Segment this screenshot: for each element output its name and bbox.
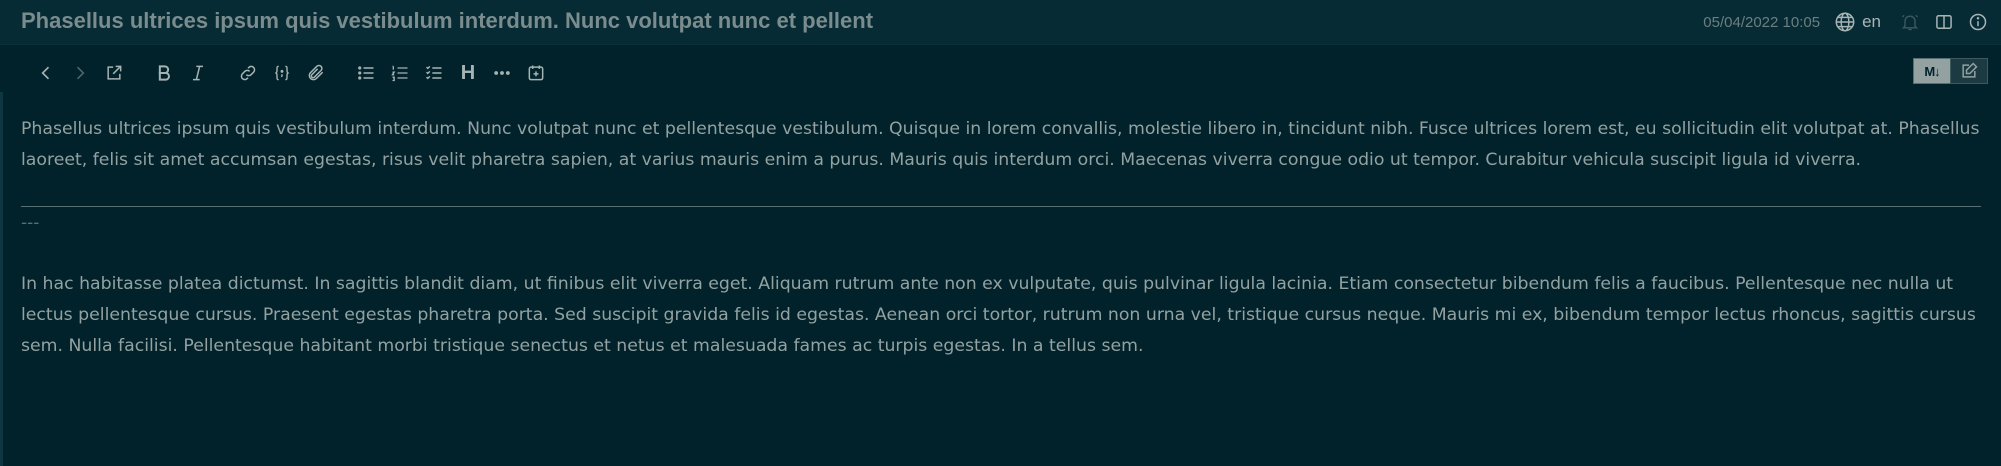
- editor-toolbar: H: [0, 52, 2001, 92]
- editor-mode-switch: M↓: [1913, 58, 1988, 84]
- markdown-preview-toggle[interactable]: M↓: [1913, 58, 1951, 84]
- info-icon: [1969, 13, 1987, 31]
- more-button[interactable]: [489, 60, 515, 86]
- forward-button[interactable]: [67, 60, 93, 86]
- numbered-list-icon: [391, 65, 408, 82]
- link-icon: [240, 65, 256, 81]
- markdown-icon: M↓: [1924, 63, 1940, 79]
- bell-icon: [1901, 14, 1919, 31]
- bold-button[interactable]: [151, 60, 177, 86]
- horizontal-rule: [21, 206, 1981, 207]
- bullet-list-button[interactable]: [353, 60, 379, 86]
- forward-icon: [76, 66, 85, 80]
- code-button[interactable]: [269, 60, 295, 86]
- heading-button[interactable]: H: [455, 60, 481, 86]
- checklist-icon: [425, 65, 442, 80]
- header-actions: 05/04/2022 10:05 en: [1703, 0, 2001, 44]
- code-icon: [275, 65, 289, 81]
- edit-mode-toggle[interactable]: [1950, 58, 1988, 84]
- back-icon: [41, 66, 50, 80]
- italic-icon: [193, 65, 203, 81]
- edit-icon: [1962, 62, 1978, 78]
- language-label: en: [1862, 12, 1881, 31]
- modified-timestamp: 05/04/2022 10:05: [1703, 13, 1821, 31]
- paragraph: Phasellus ultrices ipsum quis vestibulum…: [21, 119, 1980, 170]
- insert-date-button[interactable]: [523, 60, 549, 86]
- reminder-button[interactable]: [1899, 11, 1921, 33]
- link-button[interactable]: [235, 60, 261, 86]
- open-external-icon: [107, 65, 122, 80]
- back-button[interactable]: [33, 60, 59, 86]
- numbered-list-button[interactable]: [387, 60, 413, 86]
- heading-icon: H: [460, 61, 476, 84]
- attachment-icon: [308, 64, 324, 81]
- paragraph: In hac habitasse platea dictumst. In sag…: [21, 274, 1976, 356]
- insert-date-icon: [528, 65, 544, 81]
- globe-icon: [1835, 12, 1855, 32]
- split-view-button[interactable]: [1933, 11, 1955, 33]
- bullet-list-icon: [358, 66, 374, 80]
- open-external-button[interactable]: [101, 60, 127, 86]
- split-view-icon: [1936, 15, 1952, 29]
- more-icon: [494, 71, 510, 75]
- language-selector[interactable]: en: [1834, 11, 1881, 33]
- horizontal-rule-source: ---: [21, 213, 40, 233]
- note-header: Phasellus ultrices ipsum quis vestibulum…: [0, 0, 2001, 45]
- italic-button[interactable]: [185, 60, 211, 86]
- note-title[interactable]: Phasellus ultrices ipsum quis vestibulum…: [21, 8, 873, 34]
- document-body[interactable]: Phasellus ultrices ipsum quis vestibulum…: [21, 114, 1981, 176]
- attachment-button[interactable]: [303, 60, 329, 86]
- bold-icon: [158, 65, 170, 81]
- checklist-button[interactable]: [421, 60, 447, 86]
- note-info-button[interactable]: [1967, 11, 1989, 33]
- left-gutter: [0, 60, 3, 466]
